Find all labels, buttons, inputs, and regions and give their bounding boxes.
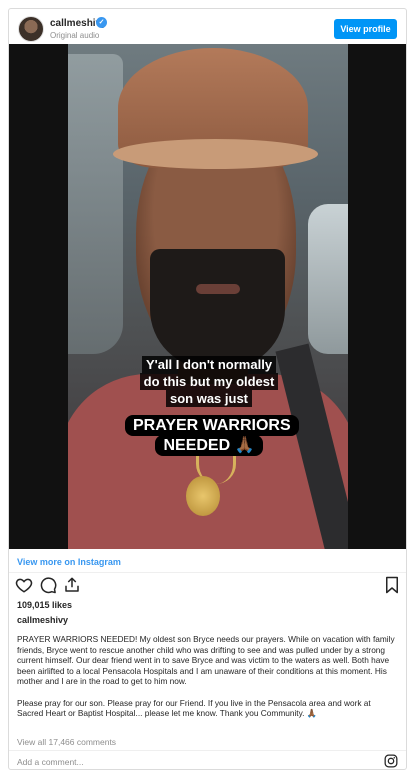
verified-badge-icon: ✓ — [96, 17, 107, 28]
bookmark-icon[interactable] — [383, 576, 401, 594]
video-thumbnail[interactable]: Y'all I don't normally do this but my ol… — [68, 44, 348, 549]
view-profile-button[interactable]: View profile — [334, 19, 397, 39]
add-comment-input[interactable] — [17, 755, 347, 769]
video-caption-top-text: Y'all I don't normally do this but my ol… — [139, 356, 279, 407]
video-caption-bottom-text: PRAYER WARRIORS NEEDED 🙏🏾 — [125, 415, 299, 456]
video-frame[interactable]: Y'all I don't normally do this but my ol… — [9, 44, 406, 549]
caption-username[interactable]: callmeshivy — [17, 615, 68, 625]
action-bar — [15, 576, 400, 596]
instagram-embed-card: callmeshivy ✓ Original audio View profil… — [8, 8, 407, 770]
heart-icon[interactable] — [15, 576, 33, 594]
view-all-comments-link[interactable]: View all 17,466 comments — [17, 737, 116, 747]
mouth — [196, 284, 240, 294]
instagram-logo-icon[interactable] — [384, 754, 398, 768]
caption-paragraph-1: PRAYER WARRIORS NEEDED! My oldest son Br… — [17, 634, 395, 687]
beard — [150, 249, 285, 369]
audio-subtitle[interactable]: Original audio — [50, 31, 99, 40]
post-header: callmeshivy ✓ Original audio View profil… — [9, 9, 406, 49]
video-caption-top: Y'all I don't normally do this but my ol… — [135, 356, 283, 407]
share-icon[interactable] — [63, 576, 81, 594]
avatar[interactable] — [18, 16, 44, 42]
divider — [9, 572, 406, 573]
comment-icon[interactable] — [39, 576, 57, 594]
divider — [9, 750, 406, 751]
caption-text: PRAYER WARRIORS NEEDED! My oldest son Br… — [17, 634, 397, 729]
car-window-right — [308, 204, 348, 354]
necklace-pendant — [186, 476, 220, 516]
video-caption-bottom: PRAYER WARRIORS NEEDED 🙏🏾 — [125, 415, 299, 456]
view-more-link[interactable]: View more on Instagram — [17, 557, 121, 567]
likes-count[interactable]: 109,015 likes — [17, 600, 72, 610]
cap-brim — [113, 139, 318, 169]
car-window-left — [68, 54, 123, 354]
caption-paragraph-2: Please pray for our son. Please pray for… — [17, 697, 371, 719]
